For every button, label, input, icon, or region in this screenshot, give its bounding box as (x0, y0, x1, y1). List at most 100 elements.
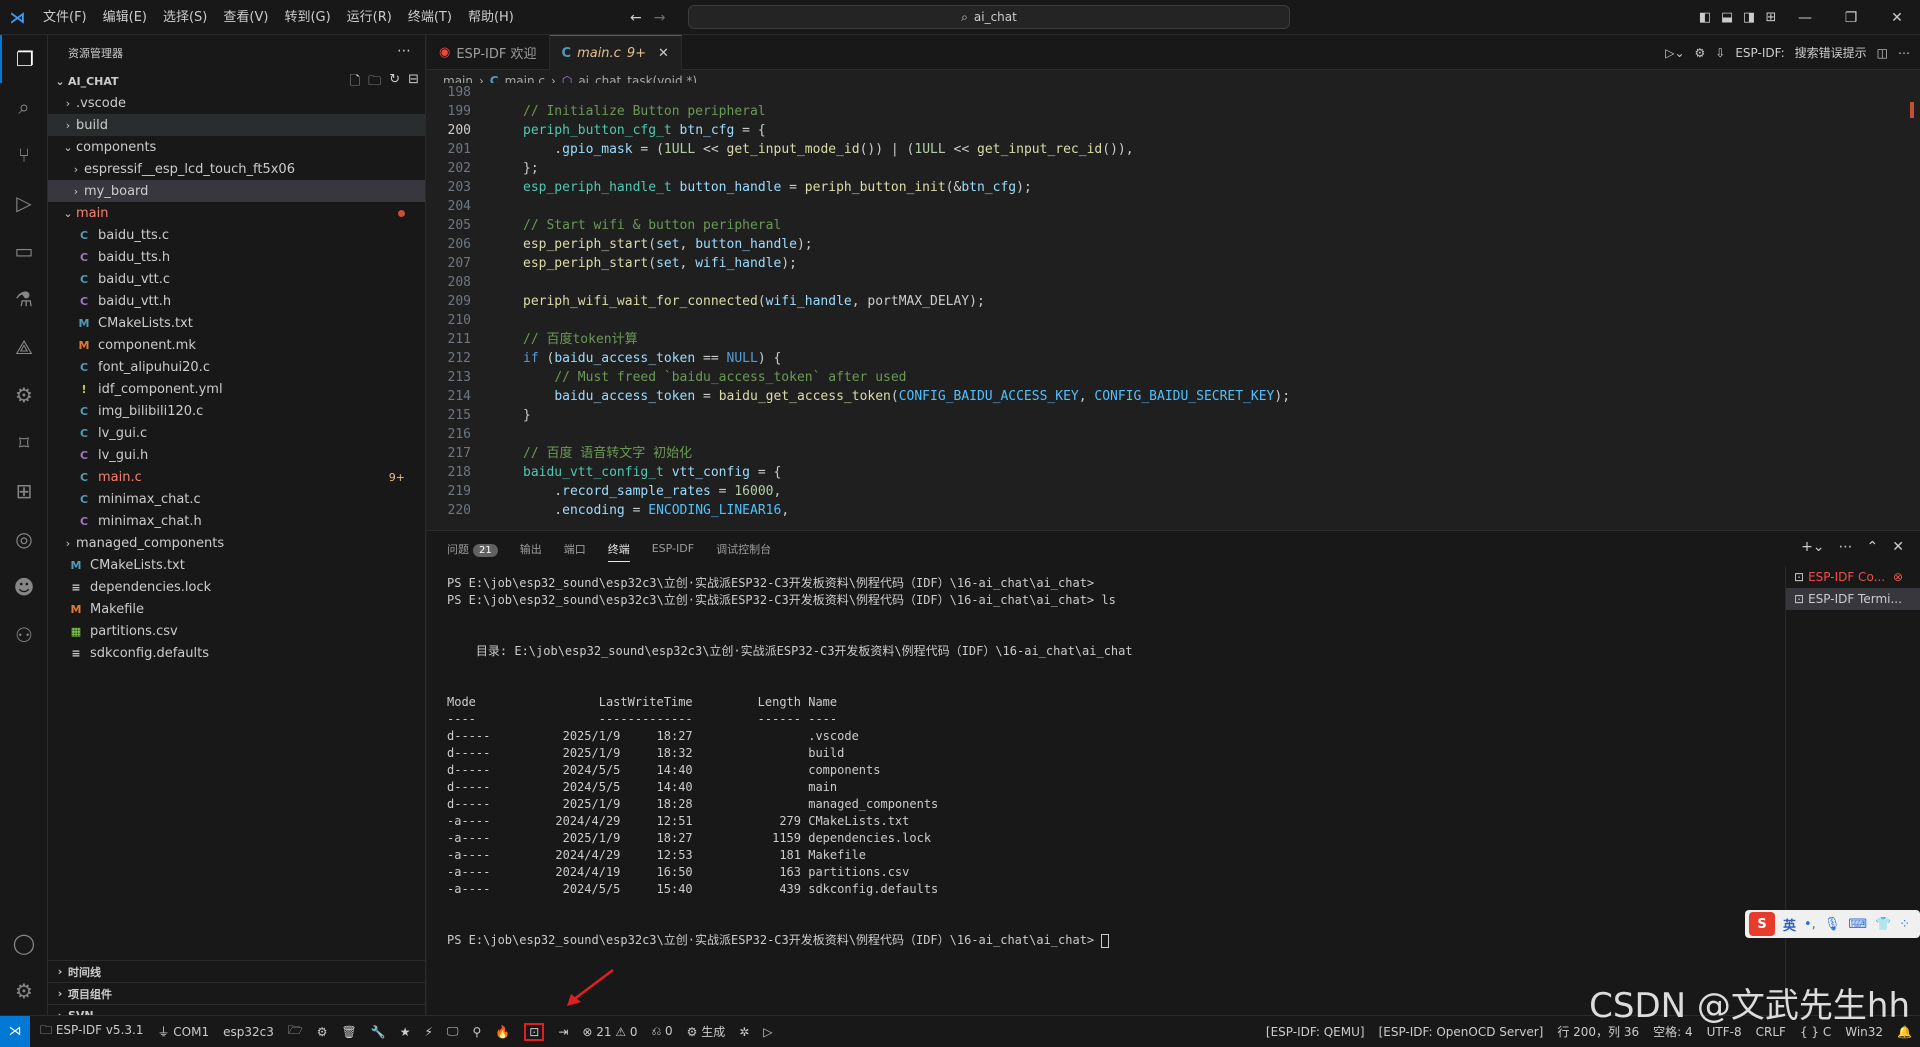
openocd-status[interactable]: [ESP-IDF: OpenOCD Server] (1379, 1025, 1544, 1039)
sogou-logo-icon[interactable]: S (1749, 912, 1775, 936)
split-editor-icon[interactable]: ◫ (1877, 46, 1888, 60)
keyboard-icon[interactable]: ⌨ (1848, 917, 1867, 932)
folder-icon[interactable]: 🗁 (288, 1021, 303, 1042)
tab-terminal[interactable]: 终端 (607, 541, 630, 562)
maximize-panel-icon[interactable]: ⌃ (1867, 539, 1879, 555)
star-icon[interactable]: ★ (400, 1025, 411, 1039)
close-panel-icon[interactable]: ✕ (1892, 539, 1904, 555)
menu-edit[interactable]: 编辑(E) (95, 0, 155, 35)
run-debug-icon[interactable]: ▷ (0, 179, 48, 227)
tree-folder[interactable]: ⌄ main (48, 202, 425, 224)
idf-version[interactable]: 🗀 ESP-IDF v5.3.1 (40, 1021, 143, 1042)
terminal-output[interactable]: PS E:\job\esp32_sound\esp32c3\立创·实战派ESP3… (447, 575, 1797, 1005)
toggle-sidebar-icon[interactable]: ◧ (1694, 10, 1716, 25)
tree-folder[interactable]: › build (48, 114, 425, 136)
terminal-instance[interactable]: ⊡ ESP-IDF Termi... (1786, 588, 1920, 610)
testing-icon[interactable]: ⚗ (0, 275, 48, 323)
menu-run[interactable]: 运行(R) (339, 0, 400, 35)
microphone-icon[interactable]: 🎙 (1824, 917, 1841, 932)
copilot-icon[interactable]: ☻ (0, 563, 48, 611)
remote-explorer-icon[interactable]: ▭ (0, 227, 48, 275)
timeline-section[interactable]: › 时间线 (48, 960, 426, 982)
tree-folder[interactable]: › .vscode (48, 92, 425, 114)
download-icon[interactable]: ⇩ (1715, 46, 1725, 60)
tree-file[interactable]: ≡ dependencies.lock (48, 576, 425, 598)
problems-summary[interactable]: ⊗ 21 ⚠ 0 (582, 1025, 637, 1039)
collapse-all-icon[interactable]: ⊟ (408, 72, 419, 94)
ime-language[interactable]: 英 (1783, 915, 1796, 934)
back-arrow-icon[interactable]: ← (630, 10, 642, 26)
tree-folder[interactable]: ⌄ components (48, 136, 425, 158)
tab-esp-idf-welcome[interactable]: ◉ ESP-IDF 欢迎 (427, 35, 550, 70)
project-components-section[interactable]: › 项目组件 (48, 982, 426, 1004)
tree-file[interactable]: Cminimax_chat.h (48, 510, 425, 532)
tab-esp-idf[interactable]: ESP-IDF (652, 542, 694, 555)
run-icon[interactable]: ▷ (763, 1025, 772, 1039)
menu-selection[interactable]: 选择(S) (155, 0, 215, 35)
customize-layout-icon[interactable]: ⊞ (1760, 10, 1782, 25)
tree-file[interactable]: Cminimax_chat.c (48, 488, 425, 510)
flash-icon[interactable]: ⚡ (424, 1025, 432, 1039)
project-section-header[interactable]: ⌄ AI_CHAT 🗋 🗀 ↻ ⊟ (48, 70, 425, 92)
ports-summary[interactable]: ⎌ 0 (652, 1024, 673, 1039)
tab-debug-console[interactable]: 调试控制台 (716, 541, 771, 557)
tree-file[interactable]: Clv_gui.h (48, 444, 425, 466)
menu-help[interactable]: 帮助(H) (460, 0, 522, 35)
close-window-icon[interactable]: ✕ (1874, 10, 1920, 26)
menu-go[interactable]: 转到(G) (276, 0, 338, 35)
toggle-panel-icon[interactable]: ⬓ (1716, 10, 1738, 25)
build-wrench-icon[interactable]: 🔧 (371, 1025, 386, 1039)
forward-arrow-icon[interactable]: → (654, 10, 666, 26)
new-folder-icon[interactable]: 🗀 (368, 72, 381, 94)
sdkconfig-gear-icon[interactable]: ⚙ (317, 1025, 328, 1039)
restore-icon[interactable]: ❐ (1828, 10, 1874, 26)
tree-folder[interactable]: › espressif__esp_lcd_touch_ft5x06 (48, 158, 425, 180)
tree-file[interactable]: Cbaidu_vtt.c (48, 268, 425, 290)
more-actions-icon[interactable]: ⋯ (1898, 46, 1910, 60)
build-button[interactable]: ⚙ 生成 (687, 1023, 726, 1040)
tree-file[interactable]: ≡ sdkconfig.defaults (48, 642, 425, 664)
toggle-secondary-sidebar-icon[interactable]: ◨ (1738, 10, 1760, 25)
more-actions-icon[interactable]: ⋯ (397, 43, 411, 59)
extensions-icon[interactable]: ⊞ (0, 467, 48, 515)
tab-output[interactable]: 输出 (520, 541, 542, 557)
tree-file[interactable]: Cfont_alipuhui20.c (48, 356, 425, 378)
esp-idf-explorer-icon[interactable]: ⟁ (0, 323, 48, 371)
new-file-icon[interactable]: 🗋 (350, 72, 360, 94)
accounts-icon[interactable]: ◯ (0, 919, 48, 967)
target-chip[interactable]: esp32c3 (223, 1025, 274, 1039)
debug-icon[interactable]: ⚲ (473, 1025, 482, 1039)
tree-file[interactable]: Mcomponent.mk (48, 334, 425, 356)
menu-grid-icon[interactable]: ⁘ (1899, 917, 1910, 932)
fire-icon[interactable]: 🔥 (495, 1025, 510, 1039)
refresh-icon[interactable]: ↻ (389, 72, 400, 94)
monitor-icon[interactable]: 🖵 (447, 1024, 459, 1039)
punctuation-icon[interactable]: •, (1804, 917, 1816, 932)
menu-view[interactable]: 查看(V) (215, 0, 276, 35)
trash-icon[interactable]: 🗑 (342, 1025, 357, 1039)
source-control-icon[interactable]: ⑂ (0, 131, 48, 179)
tree-file[interactable]: ! idf_component.yml (48, 378, 425, 400)
settings-gear-icon[interactable]: ⚙ (1695, 46, 1706, 60)
tree-file[interactable]: Cimg_bilibili120.c (48, 400, 425, 422)
tree-folder[interactable]: › my_board (48, 180, 425, 202)
tree-file[interactable]: Clv_gui.c (48, 422, 425, 444)
bug-icon[interactable]: ✲ (739, 1025, 749, 1039)
editor-scrollbar[interactable] (1908, 92, 1914, 530)
command-center-search[interactable]: ⌕ ai_chat (688, 5, 1290, 29)
remote-indicator-icon[interactable]: ⋊ (0, 1015, 30, 1047)
minimize-icon[interactable]: — (1782, 10, 1828, 26)
code-editor[interactable]: 198 199 // Initialize Button peripheral 200… (427, 83, 1920, 521)
menu-file[interactable]: 文件(F) (35, 0, 95, 35)
tab-main-c[interactable]: C main.c 9+ ✕ (549, 35, 682, 70)
tree-file[interactable]: ▦ partitions.csv (48, 620, 425, 642)
serial-port[interactable]: ⏚ COM1 (157, 1023, 209, 1040)
extension-tool-icon[interactable]: ⚙ (0, 371, 48, 419)
tree-folder[interactable]: › managed_components (48, 532, 425, 554)
qemu-status[interactable]: [ESP-IDF: QEMU] (1266, 1025, 1365, 1039)
tree-file[interactable]: Cbaidu_vtt.h (48, 290, 425, 312)
tree-file[interactable]: M Makefile (48, 598, 425, 620)
tab-problems[interactable]: 问题 21 (447, 541, 498, 557)
tree-file[interactable]: Cbaidu_tts.h (48, 246, 425, 268)
bookmark-icon[interactable]: ⌑ (0, 419, 48, 467)
